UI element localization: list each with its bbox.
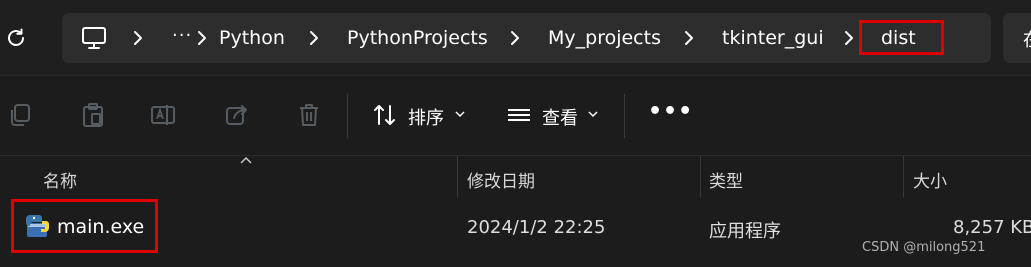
paste-icon[interactable]: [80, 102, 106, 128]
chevron-right-icon[interactable]: [680, 29, 698, 47]
breadcrumb-overflow[interactable]: ···: [172, 25, 192, 46]
file-size: 8,257 KB: [953, 217, 1031, 238]
view-button[interactable]: 查看: [542, 104, 578, 130]
watermark: CSDN @milong521: [862, 240, 986, 255]
more-options-button[interactable]: •••: [648, 99, 693, 124]
chevron-right-icon[interactable]: [506, 29, 524, 47]
column-modified[interactable]: 修改日期: [467, 167, 535, 192]
column-name[interactable]: 名称: [43, 167, 77, 192]
toolbar-divider: [624, 94, 625, 138]
breadcrumb-tkinter-gui[interactable]: tkinter_gui: [722, 26, 824, 50]
chevron-right-icon[interactable]: [129, 29, 147, 47]
column-type[interactable]: 类型: [709, 167, 743, 192]
chevron-right-icon[interactable]: [193, 29, 211, 47]
breadcrumb-my-projects[interactable]: My_projects: [548, 26, 661, 50]
column-divider[interactable]: [903, 156, 904, 198]
rename-icon[interactable]: [150, 102, 176, 128]
sort-button[interactable]: 排序: [408, 104, 444, 130]
view-icon[interactable]: [506, 102, 532, 128]
refresh-icon[interactable]: [4, 26, 28, 50]
delete-icon[interactable]: [296, 102, 322, 128]
breadcrumb-pythonprojects[interactable]: PythonProjects: [347, 26, 488, 50]
breadcrumb-dist[interactable]: dist: [881, 26, 916, 50]
chevron-down-icon[interactable]: [455, 110, 465, 118]
chevron-right-icon[interactable]: [840, 29, 858, 47]
chevron-down-icon[interactable]: [588, 110, 598, 118]
breadcrumb-python[interactable]: Python: [219, 26, 285, 50]
sort-icon[interactable]: [372, 102, 398, 128]
column-divider[interactable]: [457, 156, 458, 198]
search-box-partial-text: 在: [1023, 26, 1031, 52]
copy-icon[interactable]: [8, 102, 34, 128]
python-exe-icon: [26, 215, 49, 237]
toolbar-divider: [347, 94, 348, 138]
file-modified: 2024/1/2 22:25: [467, 217, 606, 238]
chevron-right-icon[interactable]: [305, 29, 323, 47]
sort-ascending-icon: [240, 157, 252, 164]
column-size[interactable]: 大小: [913, 167, 947, 192]
pc-icon[interactable]: [80, 25, 108, 51]
file-name[interactable]: main.exe: [57, 216, 144, 238]
share-icon[interactable]: [224, 102, 250, 128]
file-type: 应用程序: [709, 221, 781, 242]
column-divider[interactable]: [700, 156, 701, 198]
